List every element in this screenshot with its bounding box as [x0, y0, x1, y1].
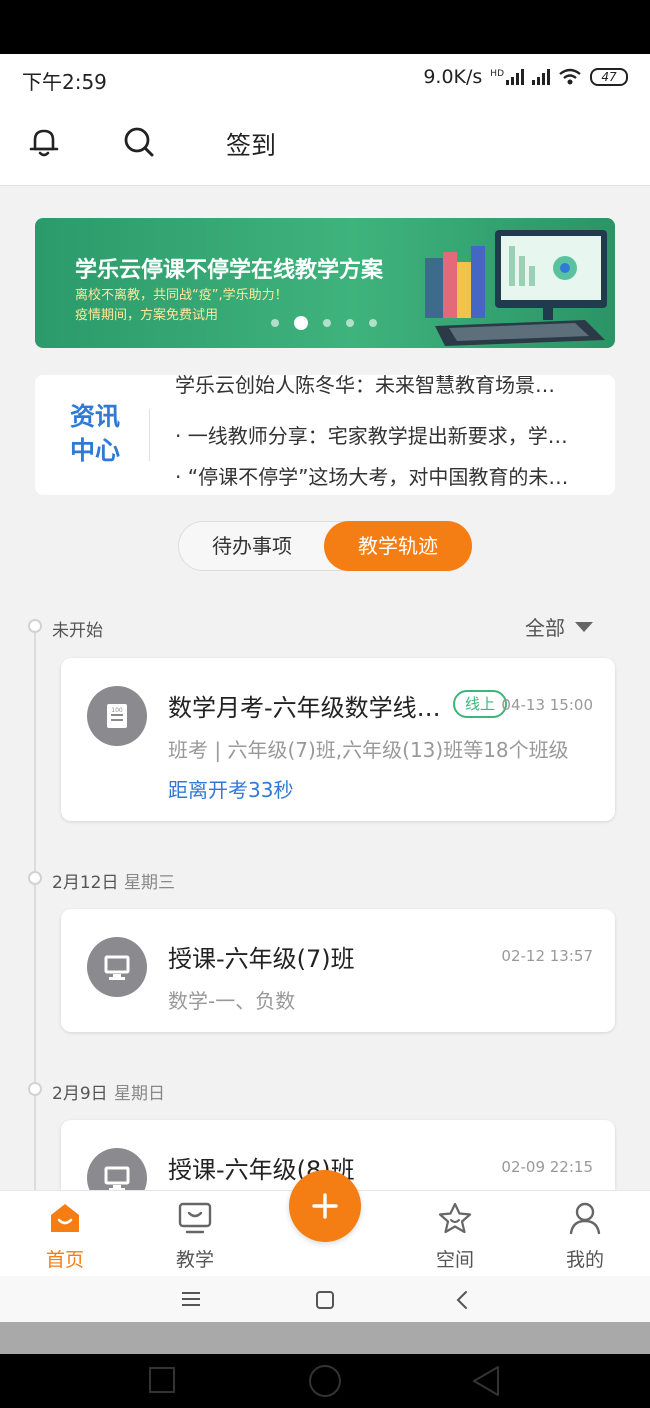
device-nav-bar	[0, 1354, 650, 1408]
promo-banner[interactable]: 学乐云停课不停学在线教学方案 离校不离教，共同战“疫”,学乐助力！ 疫情期间，方…	[35, 218, 615, 348]
bell-icon[interactable]	[26, 124, 62, 160]
banner-subtitle: 离校不离教，共同战“疫”,学乐助力！	[75, 288, 288, 303]
svg-text:100: 100	[111, 707, 123, 714]
exam-icon: 100	[87, 686, 147, 746]
menu-icon[interactable]	[180, 1289, 202, 1309]
plus-icon	[312, 1193, 338, 1219]
pager-dot[interactable]	[369, 319, 377, 327]
system-nav-bar	[0, 1276, 650, 1322]
online-badge: 线上	[453, 690, 508, 718]
teach-icon	[178, 1202, 212, 1234]
card-title: 数学月考-六年级数学线…	[168, 694, 441, 722]
timeline-dot	[28, 1082, 42, 1096]
hd-signal-icon: HD	[490, 69, 524, 85]
timeline-group-label: 2月9日	[52, 1084, 108, 1104]
tab-teaching-track[interactable]: 教学轨迹	[324, 521, 472, 571]
view-toggle: 待办事项 教学轨迹	[178, 521, 472, 571]
monitor-icon	[87, 937, 147, 997]
star-icon	[438, 1202, 472, 1234]
lesson-card[interactable]: 授课-六年级(7)班 02-12 13:57 数学-一、负数	[61, 909, 615, 1032]
tab-label: 我的	[565, 1249, 604, 1271]
tab-label: 空间	[435, 1249, 474, 1271]
card-time: 02-09 22:15	[501, 1158, 593, 1176]
news-center-logo: 资讯 中心	[65, 400, 125, 468]
card-subtitle: 数学-一、负数	[168, 989, 296, 1013]
battery-icon: 47	[590, 68, 628, 86]
search-icon[interactable]	[121, 124, 157, 160]
news-logo-line-2: 中心	[69, 436, 120, 465]
overlay-band	[0, 1322, 650, 1354]
exam-countdown: 距离开考33秒	[168, 778, 294, 802]
card-subtitle: 班考 | 六年级(7)班,六年级(13)班等18个班级	[168, 738, 569, 762]
pager-dot[interactable]	[346, 319, 354, 327]
news-center[interactable]: 资讯 中心 学乐云创始人陈冬华：未来智慧教育场景… · 一线教师分享：宅家教学提…	[35, 375, 615, 495]
tab-mine[interactable]: 我的	[545, 1201, 625, 1272]
news-divider	[149, 409, 150, 461]
status-bar: 下午2:59 9.0K/s HD 47	[0, 54, 650, 100]
home-square-icon[interactable]	[314, 1289, 336, 1311]
card-title: 授课-六年级(7)班	[168, 945, 355, 973]
back-icon[interactable]	[452, 1289, 472, 1311]
tab-space[interactable]: 空间	[415, 1201, 495, 1272]
device-top-bezel	[0, 0, 650, 54]
recent-apps-icon[interactable]	[148, 1366, 176, 1394]
news-logo-line-1: 资讯	[69, 402, 120, 431]
hd-label: HD	[490, 69, 504, 79]
chevron-down-icon	[575, 621, 593, 632]
home-circle-icon[interactable]	[308, 1364, 342, 1398]
back-triangle-icon[interactable]	[470, 1364, 502, 1398]
news-item[interactable]: 学乐云创始人陈冬华：未来智慧教育场景…	[175, 375, 555, 398]
computer-illustration	[425, 230, 607, 346]
timeline-group-label: 2月12日	[52, 873, 119, 893]
status-indicators: 9.0K/s HD 47	[423, 66, 628, 88]
tab-label: 首页	[45, 1249, 84, 1271]
pager-dot-active[interactable]	[294, 316, 308, 330]
pager-dot[interactable]	[271, 319, 279, 327]
exam-card[interactable]: 100 数学月考-六年级数学线… 线上 04-13 15:00 班考 | 六年级…	[61, 658, 615, 821]
banner-title: 学乐云停课不停学在线教学方案	[75, 258, 384, 283]
banner-subtitle-2: 疫情期间，方案免费试用	[75, 308, 219, 323]
status-time: 下午2:59	[22, 70, 107, 94]
card-time: 04-13 15:00	[501, 696, 593, 714]
timeline-line	[34, 633, 36, 1193]
tab-todo[interactable]: 待办事项	[179, 522, 325, 570]
checkin-button[interactable]: 签到	[226, 126, 276, 162]
wifi-icon	[559, 68, 581, 85]
timeline-weekday: 星期日	[114, 1084, 165, 1104]
tab-teaching[interactable]: 教学	[155, 1201, 235, 1272]
app-header: 签到	[0, 100, 650, 186]
filter-label: 全部	[525, 616, 565, 640]
home-icon	[51, 1204, 79, 1232]
news-item[interactable]: · 一线教师分享：宅家教学提出新要求，学…	[175, 420, 568, 449]
tab-label: 教学	[175, 1249, 214, 1271]
card-time: 02-12 13:57	[501, 947, 593, 965]
timeline-dot	[28, 619, 42, 633]
signal-icon	[532, 69, 550, 85]
news-item[interactable]: · “停课不停学”这场大考，对中国教育的未…	[175, 461, 568, 490]
tab-home[interactable]: 首页	[25, 1201, 105, 1272]
banner-pager	[271, 316, 377, 330]
monitor-icon	[87, 1148, 147, 1190]
user-icon	[569, 1202, 601, 1235]
pager-dot[interactable]	[323, 319, 331, 327]
filter-dropdown[interactable]: 全部	[525, 612, 593, 641]
timeline-dot	[28, 871, 42, 885]
timeline-weekday: 星期三	[124, 873, 175, 893]
network-speed: 9.0K/s	[423, 66, 483, 88]
add-button[interactable]	[289, 1170, 361, 1242]
timeline-group-label: 未开始	[52, 621, 103, 641]
